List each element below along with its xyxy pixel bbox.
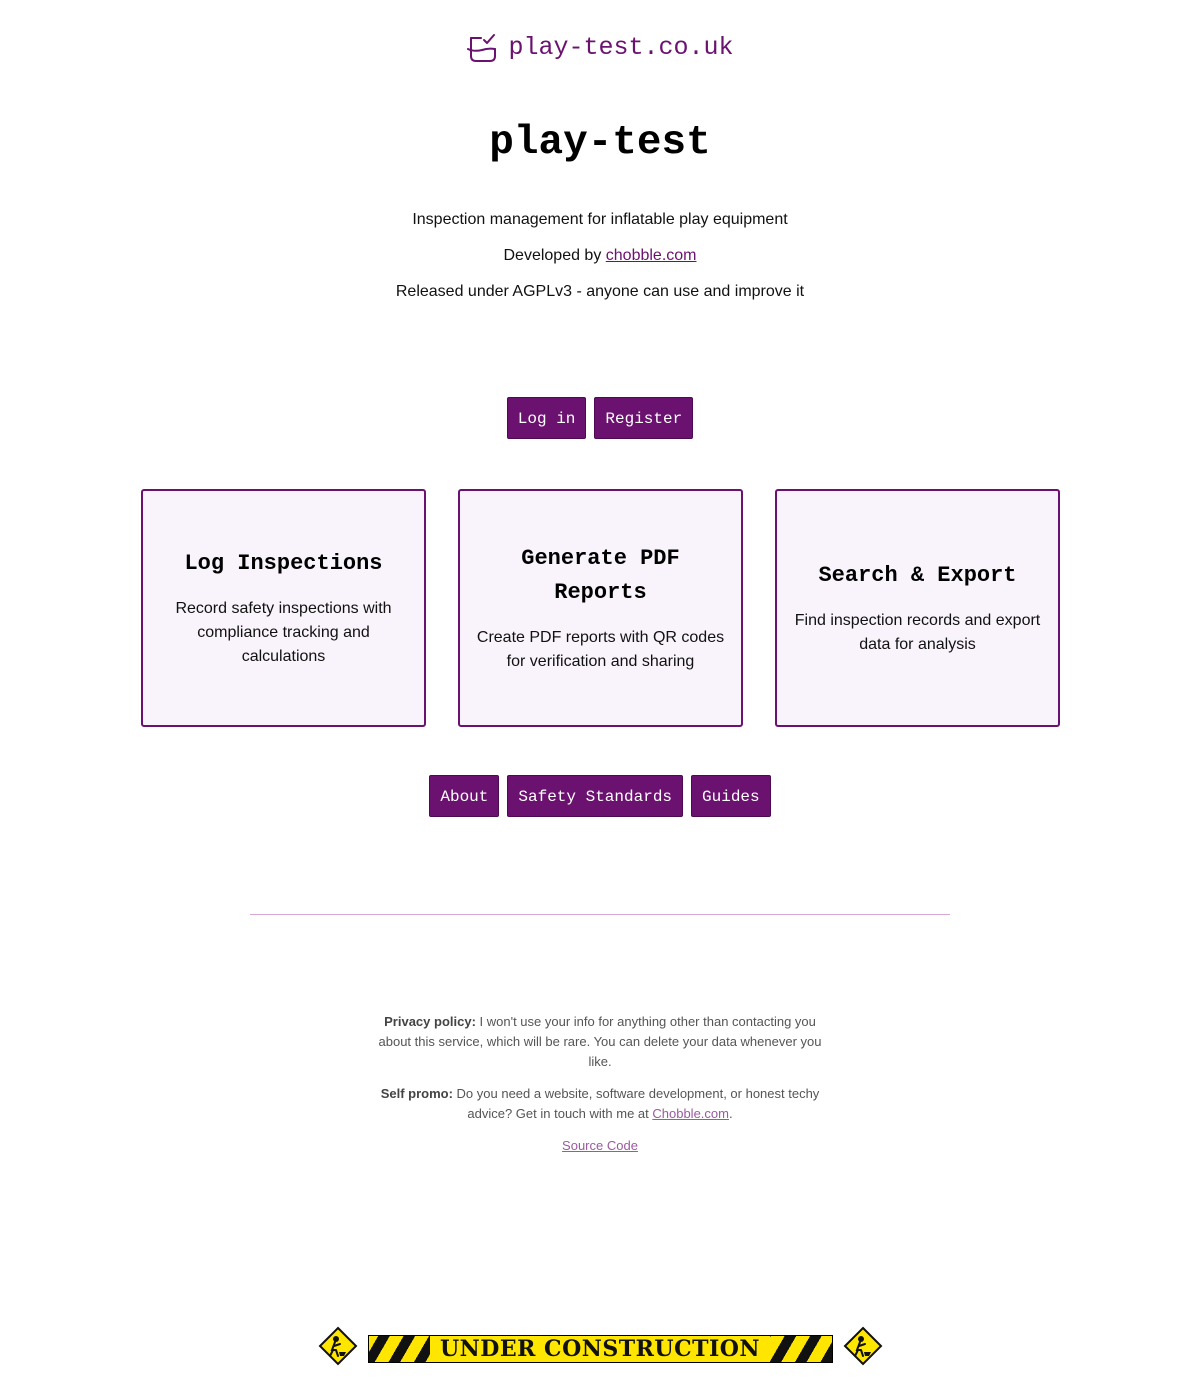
- promo-label: Self promo:: [380, 1086, 453, 1101]
- construction-worker-sign-icon: [318, 1326, 358, 1371]
- banner-text: UNDER CONSTRUCTION: [429, 1335, 771, 1362]
- source-code-row: Source Code: [375, 1136, 825, 1156]
- home-link[interactable]: play-test.co.uk: [466, 32, 734, 62]
- site-name: play-test.co.uk: [508, 32, 734, 62]
- source-code-link[interactable]: Source Code: [562, 1138, 638, 1153]
- guides-button[interactable]: Guides: [691, 775, 771, 817]
- info-nav: About Safety Standards Guides: [0, 775, 1200, 817]
- about-button[interactable]: About: [429, 775, 500, 817]
- developer-link[interactable]: chobble.com: [606, 247, 697, 264]
- feature-description: Record safety inspections with complianc…: [175, 600, 392, 665]
- site-footer: Privacy policy: I won't use your info fo…: [375, 1012, 825, 1168]
- footer-divider: [250, 914, 950, 915]
- login-button[interactable]: Log in: [506, 397, 587, 439]
- construction-worker-sign-icon: [843, 1326, 883, 1371]
- feature-card-search-export: Search & Export Find inspection records …: [775, 489, 1060, 727]
- feature-title: Log Inspections: [184, 551, 383, 576]
- developer-prefix: Developed by: [503, 247, 606, 264]
- license-note: Released under AGPLv3 - anyone can use a…: [395, 283, 805, 300]
- feature-cards: Log Inspections Record safety inspection…: [141, 489, 1060, 727]
- auth-buttons: Log in Register: [0, 397, 1200, 439]
- privacy-label: Privacy policy:: [384, 1014, 476, 1029]
- clipboard-check-icon: [466, 32, 497, 62]
- safety-standards-button[interactable]: Safety Standards: [507, 775, 684, 817]
- feature-title: Generate PDF Reports: [521, 546, 680, 605]
- self-promo: Self promo: Do you need a website, softw…: [375, 1084, 825, 1124]
- feature-card-log-inspections: Log Inspections Record safety inspection…: [141, 489, 426, 727]
- under-construction-banner: UNDER CONSTRUCTION: [367, 1334, 833, 1363]
- register-button[interactable]: Register: [594, 397, 694, 439]
- privacy-policy: Privacy policy: I won't use your info fo…: [375, 1012, 825, 1072]
- feature-title: Search & Export: [818, 563, 1017, 588]
- site-header: play-test.co.uk: [0, 32, 1200, 62]
- chobble-link[interactable]: Chobble.com: [652, 1106, 729, 1121]
- promo-end: .: [728, 1106, 733, 1121]
- developer-credit: Developed by chobble.com: [0, 247, 1200, 265]
- tagline: Inspection management for inflatable pla…: [412, 211, 788, 228]
- feature-description: Create PDF reports with QR codes for ver…: [476, 629, 725, 670]
- feature-card-pdf-reports: Generate PDF Reports Create PDF reports …: [458, 489, 743, 727]
- under-construction: UNDER CONSTRUCTION: [0, 1326, 1200, 1371]
- promo-text: Do you need a website, software developm…: [452, 1086, 820, 1121]
- page-title: play-test: [489, 120, 711, 166]
- feature-description: Find inspection records and export data …: [794, 612, 1041, 653]
